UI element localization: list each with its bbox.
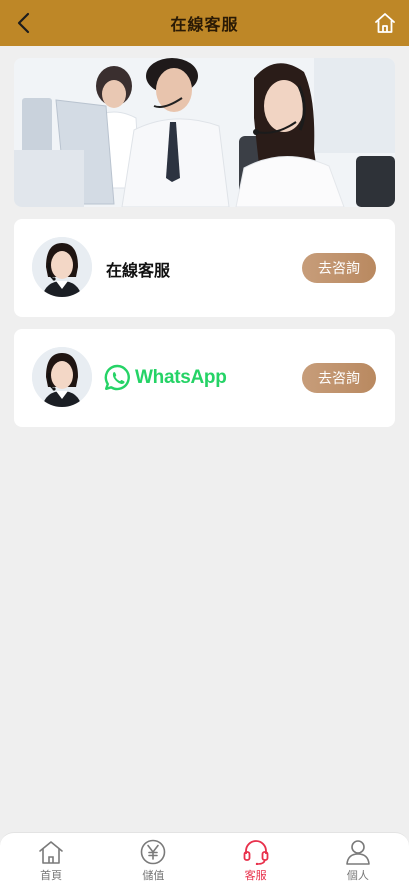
agent-avatar-icon (32, 347, 92, 407)
page-title: 在線客服 (170, 15, 239, 34)
back-arrow-icon (17, 12, 30, 34)
call-center-illustration (14, 58, 395, 207)
whatsapp-icon (104, 364, 130, 391)
bottom-tab-bar: 首頁 儲值 客服 個人 (0, 832, 409, 888)
tab-label: 個人 (346, 869, 369, 882)
yen-icon (141, 839, 166, 865)
whatsapp-logo: WhatsApp (104, 364, 227, 391)
tab-deposit[interactable]: 儲值 (102, 833, 204, 888)
tab-service[interactable]: 客服 (205, 833, 307, 888)
tab-home[interactable]: 首頁 (0, 833, 102, 888)
tab-label: 首頁 (40, 869, 63, 882)
user-icon (346, 840, 370, 865)
agent-avatar (32, 347, 92, 407)
agent-avatar-icon (32, 237, 92, 297)
home-button[interactable] (371, 8, 399, 38)
tab-label: 儲值 (142, 869, 165, 882)
customer-service-banner (14, 58, 395, 207)
back-button[interactable] (10, 8, 38, 38)
agent-avatar (32, 237, 92, 297)
service-card-online: 在線客服 去咨詢 (14, 219, 395, 317)
service-name: 在線客服 (106, 261, 171, 280)
service-name: WhatsApp (135, 366, 227, 388)
home-icon (375, 13, 395, 33)
consult-button[interactable]: 去咨詢 (302, 363, 376, 393)
top-bar: 在線客服 (0, 0, 409, 46)
consult-button[interactable]: 去咨詢 (302, 253, 376, 283)
service-card-whatsapp: WhatsApp 去咨詢 (14, 329, 395, 427)
tab-profile[interactable]: 個人 (307, 833, 409, 888)
headset-icon (243, 840, 269, 865)
tab-label: 客服 (244, 869, 267, 882)
home-icon (39, 841, 63, 864)
